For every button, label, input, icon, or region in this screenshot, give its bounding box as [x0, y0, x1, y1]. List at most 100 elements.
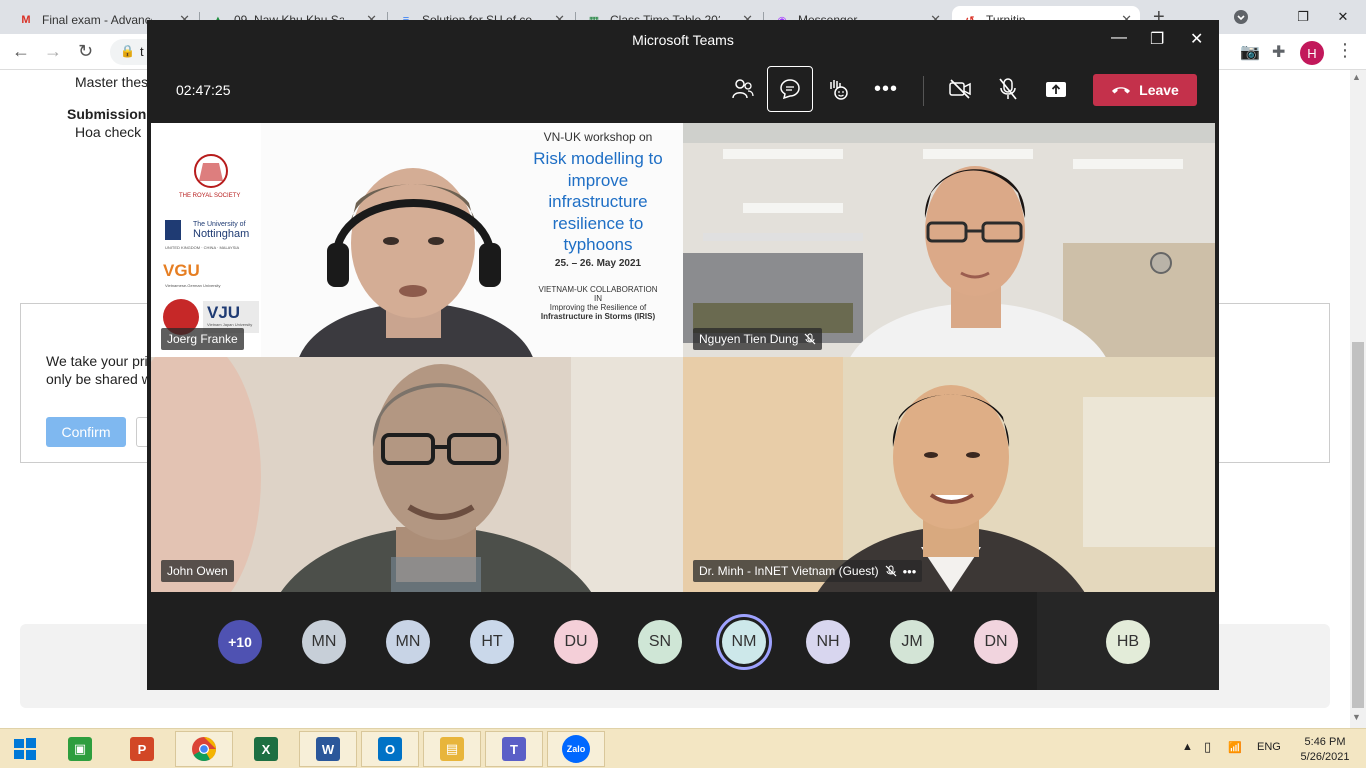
participant-avatar[interactable]: NH	[806, 620, 850, 664]
zalo-icon: Zalo	[562, 735, 590, 763]
taskbar-teams[interactable]: T	[485, 731, 543, 767]
raise-hand-emoji-icon	[830, 80, 848, 100]
self-view-area: HB	[1037, 592, 1219, 690]
confirm-button[interactable]: Confirm	[46, 417, 126, 447]
participant-avatar[interactable]: MN	[386, 620, 430, 664]
tile-name-label: Dr. Minh - InNET Vietnam (Guest) •••	[693, 560, 923, 582]
taskbar-store[interactable]: ▣	[51, 731, 109, 767]
forward-icon[interactable]: →	[44, 41, 62, 62]
taskbar-powerpoint[interactable]: P	[113, 731, 171, 767]
participant-strip: +10 MN MN HT DU SN NM NH JM DN HB	[147, 592, 1219, 690]
privacy-text-2: only be shared w	[46, 371, 152, 387]
slide-dates: 25. – 26. May 2021	[554, 258, 642, 269]
taskbar-file-explorer[interactable]: ▤	[423, 731, 481, 767]
video-feed	[683, 357, 1215, 592]
address-text: t	[140, 44, 144, 59]
participant-avatar[interactable]: DN	[974, 620, 1018, 664]
close-icon[interactable]: ✕	[1190, 29, 1203, 49]
leave-label: Leave	[1139, 82, 1179, 98]
taskbar-chrome[interactable]	[175, 731, 233, 767]
chrome-icon	[192, 737, 216, 762]
royal-society-logo: THE ROYAL SOCIETY	[179, 193, 241, 199]
submission-heading: Submission	[67, 106, 147, 122]
vgu-logo-caption: Vietnamese-German University	[165, 283, 221, 288]
hang-up-icon	[1112, 87, 1131, 94]
start-button[interactable]	[0, 731, 50, 767]
participant-name: John Owen	[167, 564, 228, 578]
input-language[interactable]: ENG	[1257, 741, 1281, 753]
tile-name-label: John Owen	[161, 560, 234, 582]
page-text-hoa: Hoa check	[75, 124, 142, 140]
clock-date: 5/26/2021	[1300, 751, 1350, 763]
minimize-icon[interactable]: —	[1111, 29, 1127, 47]
nottingham-logo-line1: The University of	[193, 221, 246, 228]
slide-title-line: resilience to	[552, 213, 644, 233]
taskbar-word[interactable]: W	[299, 731, 357, 767]
page-text-master: Master thes	[75, 74, 149, 90]
video-tile-nguyen-tien-dung[interactable]: Nguyen Tien Dung	[683, 123, 1215, 357]
video-tile-john-owen[interactable]: John Owen	[151, 357, 683, 592]
tile-more-options-icon[interactable]: •••	[903, 564, 917, 579]
taskbar-zalo[interactable]: Zalo	[547, 731, 605, 767]
tab-label: Final exam - Advanced	[42, 13, 152, 27]
share-tray-icon	[1046, 82, 1066, 97]
chat-icon	[780, 79, 800, 100]
teams-window-title: Microsoft Teams	[632, 32, 734, 48]
tab-search-icon[interactable]	[1218, 0, 1264, 34]
more-participants-badge[interactable]: +10	[218, 620, 262, 664]
participants-button[interactable]	[720, 66, 766, 112]
battery-icon[interactable]: ▯	[1204, 739, 1211, 755]
tray-overflow-icon[interactable]: ▲	[1182, 741, 1193, 753]
close-window-icon[interactable]: ✕	[1320, 0, 1366, 34]
video-tile-dr-minh[interactable]: Dr. Minh - InNET Vietnam (Guest) •••	[683, 357, 1215, 592]
mic-toggle-button[interactable]	[985, 66, 1031, 112]
toolbar-divider	[923, 76, 924, 106]
participant-name: Joerg Franke	[167, 332, 238, 346]
slide-collab-line: VIETNAM-UK COLLABORATION	[538, 285, 658, 294]
participant-avatar[interactable]: JM	[890, 620, 934, 664]
slide-collaboration: VIETNAM-UK COLLABORATION IN Improving th…	[513, 285, 683, 321]
video-feed	[683, 123, 1215, 357]
people-icon	[732, 79, 754, 99]
participant-avatar[interactable]: DU	[554, 620, 598, 664]
share-screen-button[interactable]	[1033, 66, 1079, 112]
gmail-icon: M	[21, 14, 31, 26]
network-signal-icon[interactable]: 📶	[1228, 741, 1242, 754]
teams-window: Microsoft Teams — ❐ ✕ 02:47:25 ••• Leave…	[147, 20, 1219, 690]
maximize-icon[interactable]: ❐	[1150, 29, 1164, 49]
participant-avatar[interactable]: HT	[470, 620, 514, 664]
participant-avatar[interactable]: MN	[302, 620, 346, 664]
back-icon[interactable]: ←	[12, 41, 30, 62]
reactions-button[interactable]	[815, 66, 861, 112]
more-actions-button[interactable]: •••	[863, 66, 909, 112]
taskbar-excel[interactable]: X	[237, 731, 295, 767]
camera-icon[interactable]: 📷	[1240, 42, 1260, 62]
scroll-down-icon[interactable]: ▼	[1352, 712, 1361, 722]
nottingham-logo-line3: UNITED KINGDOM · CHINA · MALAYSIA	[165, 245, 240, 250]
system-clock[interactable]: 5:46 PM 5/26/2021	[1290, 735, 1360, 765]
meeting-timer: 02:47:25	[176, 82, 231, 98]
folder-icon: ▤	[440, 737, 464, 761]
taskbar-outlook[interactable]: O	[361, 731, 419, 767]
scrollbar-thumb[interactable]	[1352, 342, 1364, 708]
more-icon: •••	[873, 77, 898, 100]
reload-icon[interactable]: ↻	[78, 41, 93, 62]
vju-logo: VJU	[207, 303, 241, 322]
extensions-icon[interactable]: ✚	[1272, 42, 1285, 62]
mic-off-icon	[804, 333, 816, 345]
video-tile-joerg-franke[interactable]: THE ROYAL SOCIETY The University of Nott…	[151, 123, 683, 357]
scroll-up-icon[interactable]: ▲	[1352, 72, 1361, 82]
profile-avatar[interactable]: H	[1300, 41, 1324, 65]
chat-button[interactable]	[767, 66, 813, 112]
tile-name-label: Joerg Franke	[161, 328, 244, 350]
leave-button[interactable]: Leave	[1093, 74, 1197, 106]
participant-avatar-speaking[interactable]: NM	[722, 620, 766, 664]
meeting-control-bar: 02:47:25 ••• Leave	[147, 60, 1219, 120]
outlook-icon: O	[378, 737, 402, 761]
participant-name: Dr. Minh - InNET Vietnam (Guest)	[699, 564, 879, 578]
camera-toggle-button[interactable]	[937, 66, 983, 112]
vgu-logo: VGU	[163, 261, 200, 280]
participant-avatar[interactable]: SN	[638, 620, 682, 664]
browser-menu-icon[interactable]: ⋮	[1336, 40, 1354, 61]
self-avatar[interactable]: HB	[1106, 620, 1150, 664]
